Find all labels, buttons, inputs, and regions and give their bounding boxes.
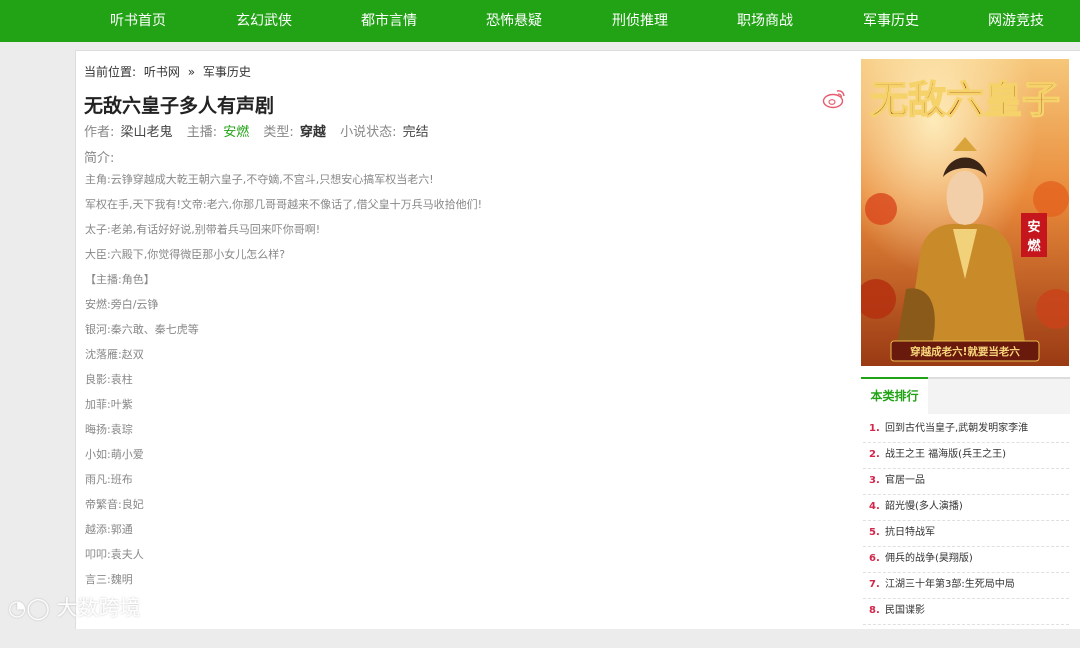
rank-number: 6. <box>869 553 880 564</box>
intro-text: 主角:云铮穿越成大乾王朝六皇子,不夺嫡,不宫斗,只想安心搞军权当老六! 军权在手… <box>85 173 825 648</box>
ranking-list: 1. 回到古代当皇子,武朝发明家李淮 2. 战王之王 福海版(兵王之王) 3. 官居一… <box>863 417 1069 625</box>
intro-line <box>85 623 825 648</box>
rank-number: 7. <box>869 579 880 590</box>
intro-line: 太子:老弟,有话好好说,别带着兵马回来吓你哥啊! <box>85 223 321 236</box>
breadcrumb-separator: » <box>187 65 196 79</box>
ranking-item[interactable]: 3. 官居一品 <box>863 469 1069 495</box>
main-panel: 当前位置: 听书网 » 军事历史 无敌六皇子多人有声剧 作者: 梁山老鬼 主播:… <box>75 50 1080 629</box>
cover-seal-text-2: 燃 <box>1027 238 1041 254</box>
ranking-item[interactable]: 8. 民国谍影 <box>863 599 1069 625</box>
page-title: 无敌六皇子多人有声剧 <box>84 95 275 117</box>
ranking-item[interactable]: 5. 抗日特战军 <box>863 521 1069 547</box>
nav-item-military[interactable]: 军事历史 <box>836 0 946 42</box>
nav-item-detective[interactable]: 刑侦推理 <box>585 0 695 42</box>
nav-item-horror[interactable]: 恐怖悬疑 <box>459 0 569 42</box>
ranking-item-title[interactable]: 韶光慢(多人演播) <box>885 501 963 512</box>
ranking-item[interactable]: 1. 回到古代当皇子,武朝发明家李淮 <box>863 417 1069 443</box>
rank-number: 3. <box>869 475 880 486</box>
ranking-item[interactable]: 4. 韶光慢(多人演播) <box>863 495 1069 521</box>
nav-item-business[interactable]: 职场商战 <box>710 0 820 42</box>
ranking-item[interactable]: 7. 江湖三十年第3部:生死局中局 <box>863 573 1069 599</box>
ranking-item-title[interactable]: 民国谍影 <box>885 605 925 616</box>
intro-line: 雨凡:班布 <box>85 473 133 486</box>
ranking-item-title[interactable]: 江湖三十年第3部:生死局中局 <box>885 579 1015 590</box>
intro-line: 安燃:旁白/云铮 <box>85 298 159 311</box>
intro-line: 加菲:叶紫 <box>85 398 133 411</box>
breadcrumb-label: 当前位置: <box>84 65 137 79</box>
intro-line: 晦扬:袁琮 <box>85 423 133 436</box>
intro-line: 小如:萌小爱 <box>85 448 144 461</box>
rank-number: 2. <box>869 449 880 460</box>
rank-number: 4. <box>869 501 880 512</box>
watermark-text: 大数跨境 <box>56 596 141 620</box>
rank-number: 1. <box>869 423 880 434</box>
author-value: 梁山老鬼 <box>120 125 173 140</box>
ranking-item-title[interactable]: 佣兵的战争(昊翔版) <box>885 553 973 564</box>
ranking-item-title[interactable]: 战王之王 福海版(兵王之王) <box>885 449 1006 460</box>
rank-number: 8. <box>869 605 880 616</box>
book-meta: 作者: 梁山老鬼 主播: 安燃 类型: 穿越 小说状态: 完结 <box>84 121 439 140</box>
ranking-item[interactable]: 2. 战王之王 福海版(兵王之王) <box>863 443 1069 469</box>
ranking-item-title[interactable]: 抗日特战军 <box>885 527 935 538</box>
intro-line: 主角:云铮穿越成大乾王朝六皇子,不夺嫡,不宫斗,只想安心搞军权当老六! <box>85 173 434 186</box>
watermark-logo: ◔◯ 大数跨境 <box>8 592 141 622</box>
rank-number: 5. <box>869 527 880 538</box>
intro-line: 大臣:六殿下,你觉得微臣那小女儿怎么样? <box>85 248 286 261</box>
breadcrumb-category-link[interactable]: 军事历史 <box>203 65 251 79</box>
watermark-icon: ◔◯ <box>8 596 50 620</box>
type-link[interactable]: 穿越 <box>300 125 326 140</box>
intro-line: 帝繁音:良妃 <box>85 498 144 511</box>
host-label: 主播: <box>186 125 218 140</box>
status-value: 完结 <box>402 125 429 140</box>
intro-label: 简介: <box>84 151 115 166</box>
book-cover-image[interactable]: 安 燃 无敌六皇子 穿越成老六!就要当老六 <box>861 59 1069 366</box>
intro-line: 越添:郭通 <box>85 523 133 536</box>
weibo-share-icon[interactable] <box>822 87 848 109</box>
intro-line: 军权在手,天下我有!文帝:老六,你那几哥哥越来不像话了,借父皇十万兵马收拾他们! <box>85 198 483 211</box>
type-label: 类型: <box>263 125 294 140</box>
ranking-tab[interactable]: 本类排行 <box>861 377 928 414</box>
ranking-item[interactable]: 6. 佣兵的战争(昊翔版) <box>863 547 1069 573</box>
intro-line: 言三:魏明 <box>85 573 133 586</box>
status-label: 小说状态: <box>340 125 397 140</box>
nav-item-gaming[interactable]: 网游竞技 <box>961 0 1071 42</box>
cover-slogan: 穿越成老六!就要当老六 <box>910 345 1020 358</box>
intro-line <box>85 598 825 623</box>
intro-line: 良影:袁柱 <box>85 373 133 386</box>
cover-seal-text-1: 安 <box>1027 219 1040 235</box>
intro-line: 叩叩:袁夫人 <box>85 548 144 561</box>
cover-title-art: 无敌六皇子 <box>870 77 1060 122</box>
intro-line: 【主播:角色】 <box>85 273 155 286</box>
ranking-item-title[interactable]: 官居一品 <box>885 475 925 486</box>
host-link[interactable]: 安燃 <box>223 125 249 140</box>
intro-line: 沈落雁:赵双 <box>85 348 144 361</box>
nav-item-fantasy[interactable]: 玄幻武侠 <box>209 0 319 42</box>
author-label: 作者: <box>84 125 115 140</box>
ranking-header: 本类排行 <box>861 377 1070 414</box>
ranking-item-title[interactable]: 回到古代当皇子,武朝发明家李淮 <box>885 423 1028 434</box>
breadcrumb: 当前位置: 听书网 » 军事历史 <box>84 63 251 80</box>
cover-art: 安 燃 无敌六皇子 穿越成老六!就要当老六 <box>861 59 1069 366</box>
intro-line: 银河:秦六敢、秦七虎等 <box>85 323 199 336</box>
top-nav: 听书首页 玄幻武侠 都市言情 恐怖悬疑 刑侦推理 职场商战 军事历史 网游竞技 <box>0 0 1080 42</box>
breadcrumb-site-link[interactable]: 听书网 <box>144 65 180 79</box>
nav-item-urban[interactable]: 都市言情 <box>334 0 444 42</box>
nav-item-home[interactable]: 听书首页 <box>83 0 193 42</box>
